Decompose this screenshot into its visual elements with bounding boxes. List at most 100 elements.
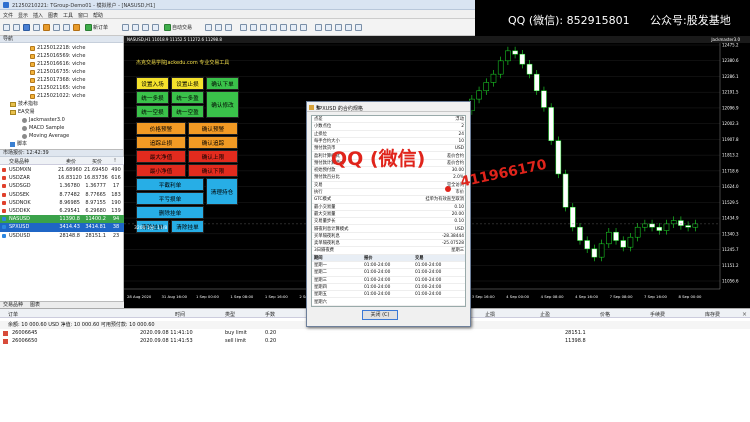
ea-button[interactable]: 设置止损 — [171, 77, 204, 90]
auto-trading-button[interactable]: 自动交易 — [164, 23, 192, 32]
ea-button[interactable]: 最大净值 — [136, 150, 186, 163]
ea-button[interactable]: 统一多损 — [136, 91, 169, 104]
col-change[interactable]: ! — [114, 158, 116, 164]
market-row[interactable]: USDSGD 1.36780 1.36777 17 — [0, 182, 124, 190]
order-row[interactable]: 26006645 2020.09.08 11:41:10 buy limit 0… — [0, 329, 750, 337]
col-commission[interactable]: 手续费 — [650, 311, 665, 318]
col-price[interactable]: 价格 — [600, 311, 610, 318]
ea-item[interactable]: Moving Average — [22, 132, 69, 140]
toolbar-trend-button[interactable] — [270, 23, 277, 32]
menu-chart[interactable]: 图表 — [48, 12, 58, 19]
toolbar-bar-chart-button[interactable] — [205, 23, 212, 32]
menu-help[interactable]: 帮助 — [93, 12, 103, 19]
account-item[interactable]: 2125016616: viche — [30, 60, 85, 68]
ea-button[interactable]: 确认下限 — [188, 164, 238, 177]
toolbar-tester-button[interactable] — [63, 23, 70, 32]
spec-value: USD — [454, 146, 464, 152]
col-sl[interactable]: 止损 — [485, 311, 495, 318]
market-row[interactable]: USDDKK 6.29541 6.29680 139 — [0, 207, 124, 215]
toolbar-new-chart-button[interactable] — [3, 23, 10, 32]
toolbar-editor-button[interactable] — [73, 23, 80, 32]
col-type[interactable]: 类型 — [225, 311, 235, 318]
menu-view[interactable]: 显示 — [18, 12, 28, 19]
col-bid[interactable]: 卖价 — [66, 158, 76, 165]
toolbar-market-watch-button[interactable] — [23, 23, 30, 32]
col-order[interactable]: 订单 — [8, 311, 18, 318]
toolbar-line-chart-button[interactable] — [225, 23, 232, 32]
ea-button[interactable]: 统一空盈 — [171, 105, 204, 118]
toolbar-h1-button[interactable] — [345, 23, 352, 32]
market-row[interactable]: SPXUSD 3414.43 3414.81 38 — [0, 223, 124, 232]
close-icon[interactable]: × — [742, 311, 747, 318]
market-row[interactable]: USDNOK 8.96985 8.97155 190 — [0, 199, 124, 207]
toolbar-vline-button[interactable] — [260, 23, 267, 32]
ea-button[interactable]: 确认修改 — [206, 91, 239, 118]
new-order-button[interactable]: 新订单 — [85, 23, 108, 32]
order-row[interactable]: 26006650 2020.09.08 11:41:53 sell limit … — [0, 337, 750, 345]
ea-button[interactable]: 统一多盈 — [171, 91, 204, 104]
col-symbol[interactable]: 交易品种 — [9, 158, 29, 165]
ea-button[interactable]: 确认预警 — [188, 122, 238, 135]
dialog-close-button[interactable]: 关闭 (C) — [362, 310, 398, 320]
toolbar-data-window-button[interactable] — [33, 23, 40, 32]
menu-insert[interactable]: 插入 — [33, 12, 43, 19]
ea-button[interactable]: 设置入场 — [136, 77, 169, 90]
account-item[interactable]: 2125012218: viche — [30, 44, 85, 52]
toolbar-text-button[interactable] — [290, 23, 297, 32]
market-row[interactable]: USDUSD 28148.8 28151.1 23 — [0, 232, 124, 240]
ea-button[interactable]: 清除挂单 — [171, 220, 204, 233]
account-item[interactable]: 2125021022: viche — [30, 92, 85, 100]
col-tp[interactable]: 止盈 — [540, 311, 550, 318]
account-item[interactable]: 2125016735: viche — [30, 68, 85, 76]
ea-folder[interactable]: EA交易 — [10, 108, 35, 116]
ea-item[interactable]: Jackmaster3.0 — [22, 116, 65, 124]
market-row[interactable]: USDSEK 8.77482 8.77665 183 — [0, 191, 124, 199]
market-row[interactable]: USDMXN 21.68960 21.69450 490 — [0, 166, 124, 174]
market-row[interactable]: USDZAR 16.83120 16.83736 616 — [0, 174, 124, 182]
col-lots[interactable]: 手数 — [265, 311, 275, 318]
ea-button[interactable]: 确认追踪 — [188, 136, 238, 149]
account-item[interactable]: 2125017368: viche — [30, 76, 85, 84]
toolbar-d1-button[interactable] — [355, 23, 362, 32]
toolbar-candle-chart-button[interactable] — [215, 23, 222, 32]
arrow-up-icon — [2, 225, 6, 230]
ea-item[interactable]: MACD Sample — [22, 124, 64, 132]
toolbar-navigator-button[interactable] — [43, 23, 50, 32]
ea-button[interactable]: 平截利单 — [136, 178, 204, 191]
ea-button[interactable]: 确认下单 — [206, 77, 239, 90]
tech-indicators-folder[interactable]: 技术指标 — [10, 100, 38, 108]
col-ask[interactable]: 买价 — [92, 158, 102, 165]
ea-button[interactable]: 价格预警 — [136, 122, 186, 135]
toolbar-hline-button[interactable] — [250, 23, 257, 32]
ea-button[interactable]: 确认上限 — [188, 150, 238, 163]
dialog-title-bar[interactable]: SPXUSD 的合约规格 ? × — [307, 102, 470, 112]
toolbar-m1-button[interactable] — [315, 23, 322, 32]
col-swap[interactable]: 库存费 — [705, 311, 720, 318]
ea-button[interactable]: 统一空损 — [136, 105, 169, 118]
ea-button[interactable]: 追踪止损 — [136, 136, 186, 149]
toolbar-profiles-button[interactable] — [13, 23, 20, 32]
toolbar-tile-button[interactable] — [142, 23, 149, 32]
toolbar-scroll-button[interactable] — [152, 23, 159, 32]
menu-file[interactable]: 文件 — [3, 12, 13, 19]
toolbar-crosshair-button[interactable] — [240, 23, 247, 32]
ea-button[interactable]: 删除挂单 — [136, 206, 204, 219]
toolbar-channel-button[interactable] — [280, 23, 287, 32]
close-icon[interactable]: × — [316, 105, 467, 111]
toolbar-label-button[interactable] — [300, 23, 307, 32]
toolbar-m15-button[interactable] — [335, 23, 342, 32]
col-time[interactable]: 时间 — [175, 311, 185, 318]
toolbar-terminal-button[interactable] — [53, 23, 60, 32]
scripts-folder[interactable]: 脚本 — [10, 140, 27, 148]
account-item[interactable]: 2125016569: viche — [30, 52, 85, 60]
account-item[interactable]: 2125021165: viche — [30, 84, 85, 92]
toolbar-zoom-in-button[interactable] — [122, 23, 129, 32]
toolbar-m5-button[interactable] — [325, 23, 332, 32]
toolbar-zoom-out-button[interactable] — [132, 23, 139, 32]
ea-button[interactable]: 平亏损单 — [136, 192, 204, 205]
menu-window[interactable]: 窗口 — [78, 12, 88, 19]
menu-tools[interactable]: 工具 — [63, 12, 73, 19]
ea-button[interactable]: 清理持仓 — [206, 178, 238, 205]
market-row[interactable]: NASUSD 11390.8 11400.2 94 — [0, 215, 124, 224]
ea-button[interactable]: 最小净值 — [136, 164, 186, 177]
